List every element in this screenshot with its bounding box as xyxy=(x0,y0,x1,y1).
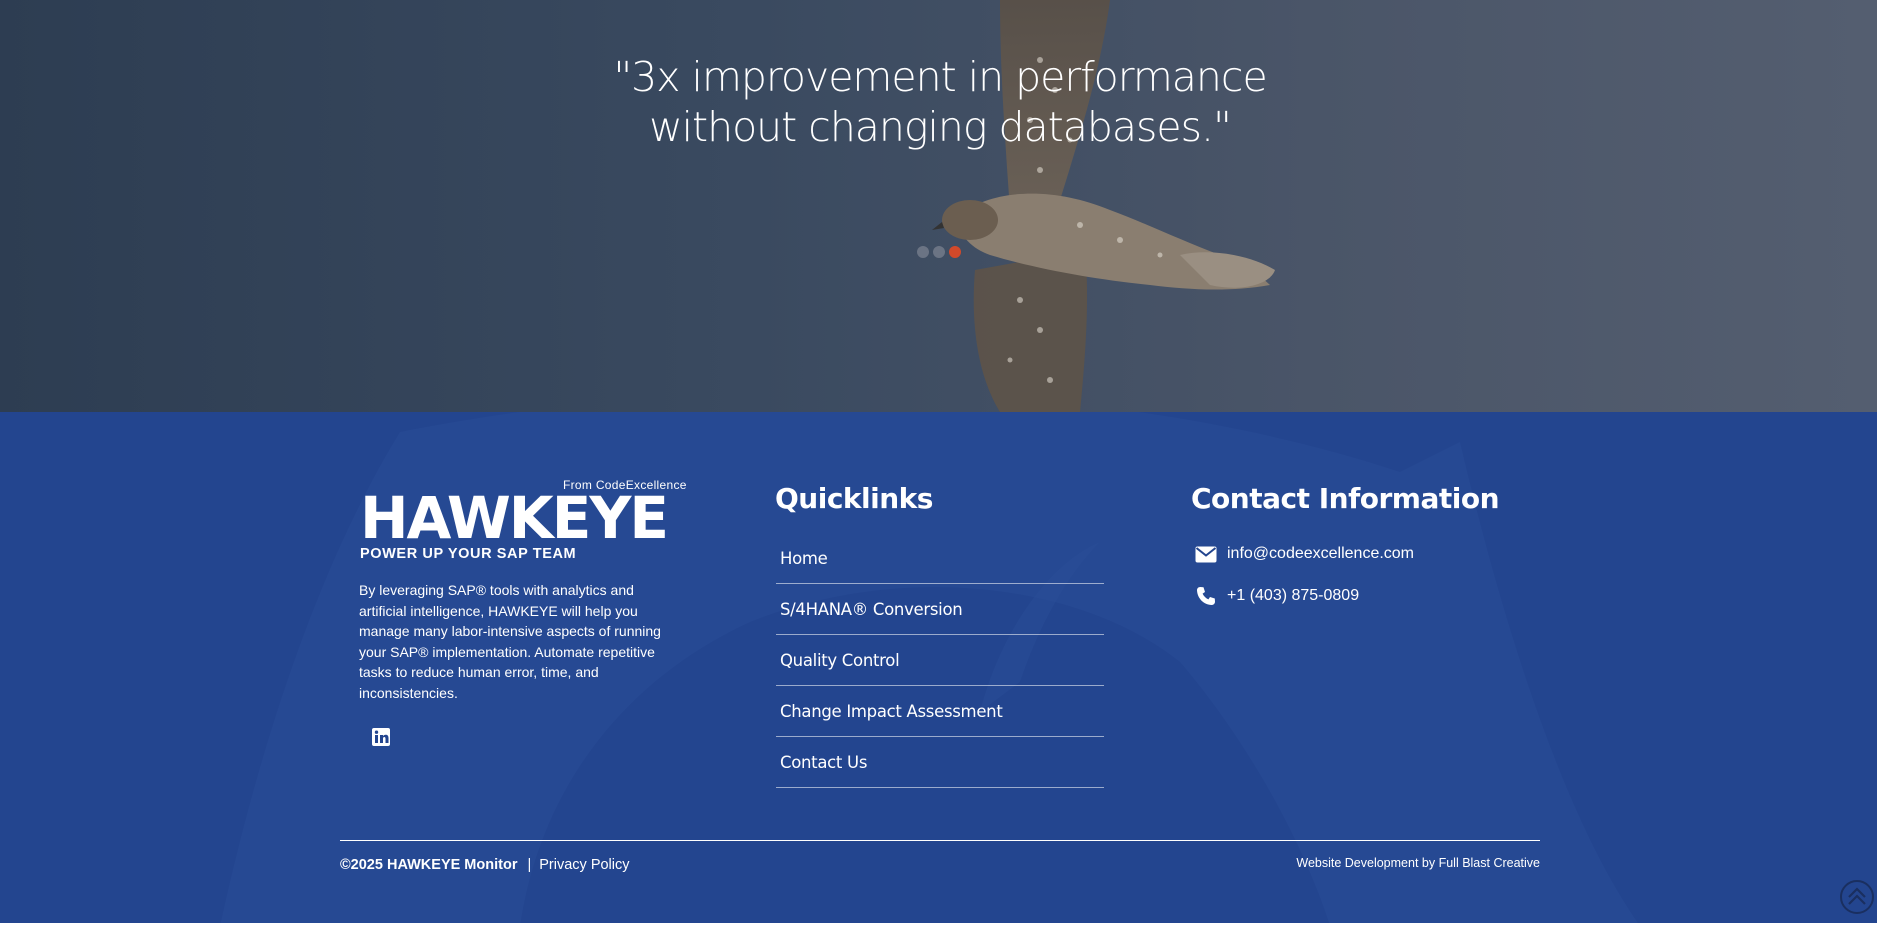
contact-phone[interactable]: +1 (403) 875-0809 xyxy=(1227,587,1359,605)
scroll-to-top-icon[interactable] xyxy=(1839,879,1875,915)
website-credit-link[interactable]: Website Development by Full Blast Creati… xyxy=(1296,856,1540,870)
quicklink-change-impact-assessment[interactable]: Change Impact Assessment xyxy=(776,702,1003,721)
slider-dot-3[interactable] xyxy=(949,246,961,258)
testimonial-hero: "3x improvement in performance without c… xyxy=(0,0,1877,412)
phone-icon xyxy=(1195,585,1217,607)
copyright-bar: ©2025 HAWKEYE Monitor | Privacy Policy xyxy=(340,857,630,873)
list-item: Contact Us xyxy=(776,737,1104,788)
quicklink-quality-control[interactable]: Quality Control xyxy=(776,651,900,670)
separator: | xyxy=(527,857,532,873)
slider-dot-1[interactable] xyxy=(917,246,929,258)
list-item: S/4HANA® Conversion xyxy=(776,584,1104,635)
list-item: Quality Control xyxy=(776,635,1104,686)
contact-email[interactable]: info@codeexcellence.com xyxy=(1227,545,1414,563)
quicklink-s4hana-conversion[interactable]: S/4HANA® Conversion xyxy=(776,600,963,619)
contact-email-row[interactable]: info@codeexcellence.com xyxy=(1195,543,1414,565)
about-text: By leveraging SAP® tools with analytics … xyxy=(359,582,661,701)
logo-tagline: POWER UP YOUR SAP TEAM xyxy=(360,546,577,562)
quicklink-contact-us[interactable]: Contact Us xyxy=(776,753,867,772)
envelope-icon xyxy=(1195,543,1217,565)
testimonial-quote: "3x improvement in performance without c… xyxy=(613,53,1267,151)
copyright-text: ©2025 HAWKEYE Monitor xyxy=(340,857,518,873)
privacy-policy-link[interactable]: Privacy Policy xyxy=(539,857,629,873)
contact-phone-row[interactable]: +1 (403) 875-0809 xyxy=(1195,585,1359,607)
logo-wordmark: HAWKEYE xyxy=(360,484,669,552)
list-item: Home xyxy=(776,533,1104,584)
quicklinks-title: Quicklinks xyxy=(775,482,933,515)
list-item: Change Impact Assessment xyxy=(776,686,1104,737)
quicklink-home[interactable]: Home xyxy=(776,549,828,568)
slider-dot-2[interactable] xyxy=(933,246,945,258)
quicklinks-list: Home S/4HANA® Conversion Quality Control… xyxy=(776,533,1104,788)
linkedin-icon[interactable] xyxy=(371,727,391,747)
contact-title: Contact Information xyxy=(1191,482,1500,515)
footer-divider xyxy=(340,840,1540,841)
slider-pagination xyxy=(917,246,961,258)
